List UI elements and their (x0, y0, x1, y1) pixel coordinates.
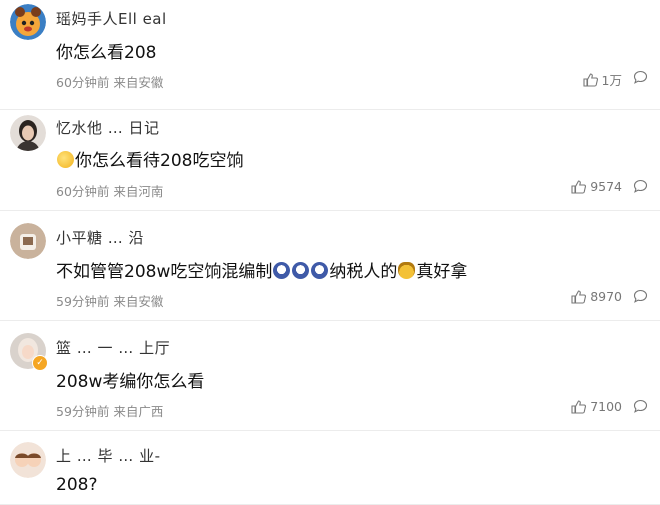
like-button[interactable]: 8970 (571, 289, 622, 304)
comment-location: 来自广西 (113, 404, 164, 419)
username[interactable]: 上 … 毕 … 业- (56, 445, 161, 466)
emoji-icon (57, 151, 74, 168)
comment-item: 小平糖 … 沿 不如管管208w吃空饷混编制 纳税人的 真好拿 59分钟前 来自安徽… (0, 211, 660, 321)
comment-text: 你怎么看208 (56, 43, 157, 63)
comment-location: 来自安徽 (113, 75, 164, 90)
username[interactable]: 小平糖 … 沿 (56, 227, 144, 248)
like-count: 1万 (601, 73, 622, 88)
comment-location: 来自河南 (113, 184, 164, 199)
avatar[interactable] (10, 4, 46, 40)
like-button[interactable]: 1万 (582, 70, 622, 89)
like-button[interactable]: 9574 (571, 179, 622, 194)
comment-text: 不如管管208w吃空饷混编制 纳税人的 真好拿 (56, 262, 468, 282)
comment-location: 来自安徽 (113, 294, 164, 309)
comment-item: ✓ 篮 … 一 … 上厅 208w考编你怎么看 59分钟前 来自广西 7100 (0, 321, 660, 431)
username[interactable]: 瑶妈手人Ell eal (56, 8, 167, 29)
emoji-icon (311, 262, 329, 279)
verified-badge-icon: ✓ (32, 355, 48, 371)
comment-text: 208? (56, 475, 98, 495)
comment-meta: 59分钟前 来自广西 (56, 401, 163, 420)
comment-bubble-icon[interactable] (633, 289, 648, 304)
like-count: 9574 (590, 179, 622, 194)
comment-text: 208w考编你怎么看 (56, 372, 205, 392)
money-bag-icon (398, 262, 416, 279)
like-button[interactable]: 7100 (571, 399, 622, 414)
like-count: 7100 (590, 399, 622, 414)
comment-bubble-icon[interactable] (633, 70, 648, 85)
comment-time: 60分钟前 (56, 184, 110, 199)
comment-time: 59分钟前 (56, 404, 110, 419)
comment-bubble-icon[interactable] (633, 179, 648, 194)
like-count: 8970 (590, 289, 622, 304)
comment-bubble-icon[interactable] (633, 399, 648, 414)
username[interactable]: 忆水他 … 日记 (56, 117, 160, 138)
emoji-icon (273, 262, 291, 279)
emoji-icon (292, 262, 310, 279)
thumbs-up-icon (571, 399, 587, 414)
comment-text: 你怎么看待208吃空饷 (56, 146, 243, 171)
comment-item: 上 … 毕 … 业- 208? (0, 431, 660, 505)
comment-time: 60分钟前 (56, 75, 110, 90)
thumbs-up-icon (582, 72, 598, 87)
username[interactable]: 篮 … 一 … 上厅 (56, 337, 170, 358)
comment-meta: 59分钟前 来自安徽 (56, 291, 163, 310)
avatar[interactable] (10, 442, 46, 478)
thumbs-up-icon (571, 289, 587, 304)
avatar[interactable]: ✓ (10, 333, 48, 371)
comment-time: 59分钟前 (56, 294, 110, 309)
comment-meta: 60分钟前 来自安徽 (56, 72, 163, 91)
thumbs-up-icon (571, 179, 587, 194)
comment-item: 忆水他 … 日记 你怎么看待208吃空饷 60分钟前 来自河南 9574 (0, 100, 660, 211)
comment-item: 瑶妈手人Ell eal 你怎么看208 60分钟前 来自安徽 1万 (0, 0, 660, 110)
avatar[interactable] (10, 223, 46, 259)
avatar[interactable] (10, 115, 46, 151)
comment-meta: 60分钟前 来自河南 (56, 181, 163, 200)
comment-feed: 瑶妈手人Ell eal 你怎么看208 60分钟前 来自安徽 1万 忆水他 … … (0, 0, 660, 505)
